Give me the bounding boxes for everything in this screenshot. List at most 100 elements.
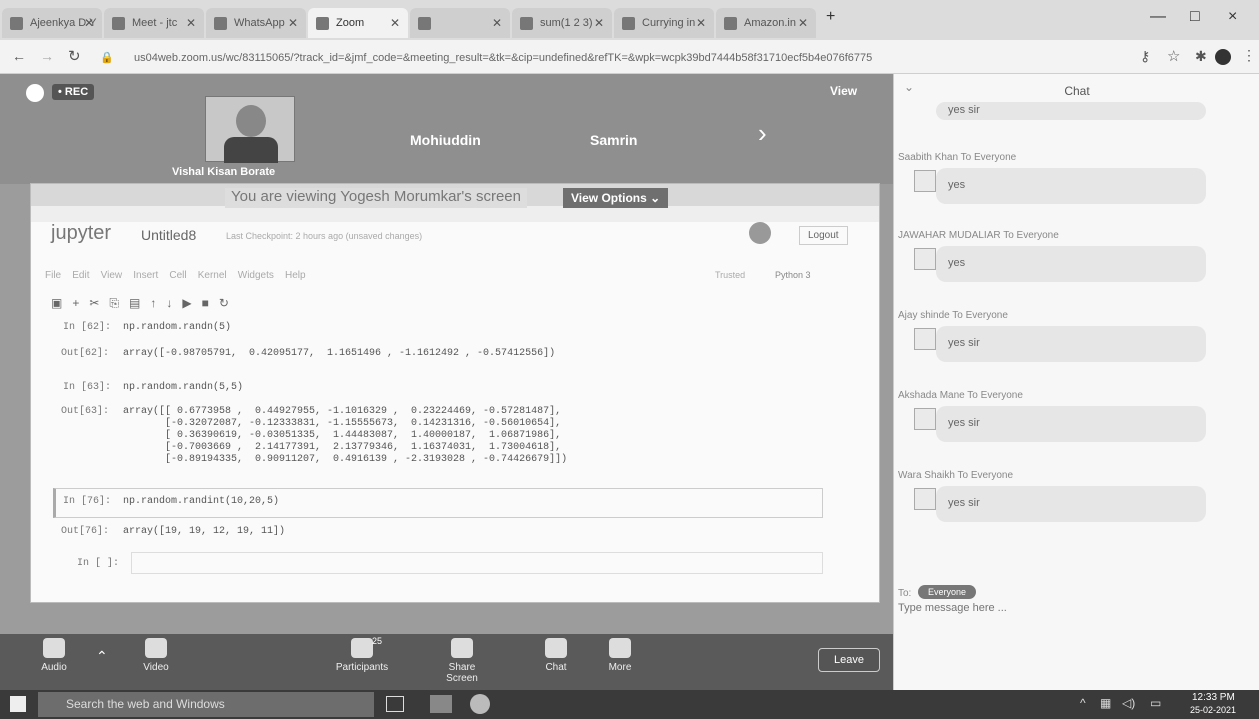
chat-sender: JAWAHAR MUDALIAR To Everyone [898,230,1059,241]
maximize-button[interactable]: □ [1190,8,1200,26]
chat-sender: Ajay shinde To Everyone [898,310,1008,321]
chat-bubble: yes sir [936,406,1206,442]
view-options-button[interactable]: View Options ⌄ [563,188,669,208]
menu-item[interactable]: Cell [169,270,186,281]
cell-code[interactable]: np.random.randint(10,20,5) [123,496,279,507]
move-up-icon[interactable]: ↑ [150,296,166,310]
save-icon[interactable]: ▣ [51,296,72,310]
view-button[interactable]: View [830,84,857,98]
move-down-icon[interactable]: ↓ [166,296,182,310]
close-tab-icon[interactable]: ✕ [492,16,502,30]
chat-button[interactable]: Chat [526,638,586,673]
cell-input-prompt: In [ ]: [77,558,120,569]
jupyter-menubar: File Edit View Insert Cell Kernel Widget… [45,270,605,281]
explorer-icon[interactable] [430,695,452,713]
leave-button[interactable]: Leave [818,648,880,672]
more-icon [609,638,631,658]
checkpoint-status: Last Checkpoint: 2 hours ago (unsaved ch… [226,231,423,241]
clock-time[interactable]: 12:33 PM [1192,692,1235,703]
restart-icon[interactable]: ↻ [219,296,239,310]
avatar [914,488,936,510]
chrome-icon[interactable] [470,694,490,714]
cell-output: array([19, 19, 12, 19, 11]) [123,526,286,537]
speaker-icon[interactable]: ◁) [1122,696,1135,710]
minimize-button[interactable]: — [1150,8,1166,26]
share-screen-button[interactable]: Share Screen [432,638,492,684]
clock-date[interactable]: 25-02-2021 [1190,705,1236,715]
menu-item[interactable]: Help [285,270,306,281]
extensions-icon[interactable]: ✱ [1195,48,1207,65]
menu-item[interactable]: Kernel [198,270,227,281]
notebook-toolbar: ▣+✂⎘▤↑↓▶■↻ [51,296,239,311]
new-tab-button[interactable]: + [826,8,835,26]
windows-start-icon[interactable] [10,696,26,712]
url-input[interactable]: us04web.zoom.us/wc/83115065/?track_id=&j… [118,47,1058,69]
run-icon[interactable]: ▶ [182,296,201,310]
browser-tab-active[interactable]: Zoom ✕ [308,8,408,38]
avatar [914,248,936,270]
cut-icon[interactable]: ✂ [89,296,109,310]
cell-output: array([[ 0.6773958 , 0.44927955, -1.1016… [123,406,568,465]
chat-icon [545,638,567,658]
participant-video [205,96,295,163]
browser-tab[interactable]: Meet - jtc ✕ [104,8,204,38]
menu-item[interactable]: Widgets [238,270,274,281]
menu-icon[interactable]: ⋮ [1242,47,1256,64]
window-close-button[interactable]: × [1228,8,1237,26]
browser-tab[interactable]: Amazon.in ✕ [716,8,816,38]
taskbar-search-input[interactable]: Search the web and Windows [38,692,374,717]
cell-code[interactable]: np.random.randn(5) [123,322,231,333]
cell-input-prompt: In [76]: [63,496,112,507]
copy-icon[interactable]: ⎘ [109,296,129,310]
chevron-up-icon[interactable]: ^ [1080,696,1086,710]
menu-item[interactable]: Edit [72,270,89,281]
viewing-banner: You are viewing Yogesh Morumkar's screen [225,188,527,208]
close-tab-icon[interactable]: ✕ [390,16,400,30]
cell-code[interactable]: np.random.randn(5,5) [123,382,243,393]
browser-tab[interactable]: Ajeenkya D Y ✕ [2,8,102,38]
browser-tab[interactable]: ✕ [410,8,510,38]
key-icon[interactable]: ⚷ [1140,48,1150,65]
favicon-icon [418,17,431,30]
notebook-title[interactable]: Untitled8 [141,227,196,243]
close-tab-icon[interactable]: ✕ [696,16,706,30]
close-tab-icon[interactable]: ✕ [84,16,94,30]
chat-recipient-select[interactable]: Everyone [918,585,977,599]
video-button[interactable]: Video [126,638,186,673]
close-tab-icon[interactable]: ✕ [594,16,604,30]
reload-icon[interactable]: ↻ [68,47,81,65]
paste-icon[interactable]: ▤ [129,296,150,310]
profile-avatar[interactable] [1215,49,1231,65]
close-tab-icon[interactable]: ✕ [288,16,298,30]
empty-code-cell[interactable] [131,552,823,574]
browser-tab[interactable]: Currying in ✕ [614,8,714,38]
camera-icon [145,638,167,658]
notification-icon[interactable]: ▭ [1150,696,1161,710]
add-cell-icon[interactable]: + [72,296,89,310]
next-page-icon[interactable]: › [758,118,767,149]
close-tab-icon[interactable]: ✕ [186,16,196,30]
star-icon[interactable]: ☆ [1167,47,1180,65]
chat-message-input[interactable] [898,602,1254,672]
participant-name: Vishal Kisan Borate [172,166,276,178]
browser-tab[interactable]: sum(1 2 3) ✕ [512,8,612,38]
shared-address-bar [31,206,879,222]
back-icon[interactable]: ← [12,48,26,64]
audio-button[interactable]: Audio [24,638,84,673]
favicon-icon [520,17,533,30]
menu-item[interactable]: Insert [133,270,158,281]
chevron-up-icon[interactable]: ⌃ [96,648,108,665]
participants-button[interactable]: Participants [332,638,392,673]
chat-bubble: yes [936,168,1206,204]
forward-icon[interactable]: → [40,48,54,64]
menu-item[interactable]: File [45,270,61,281]
network-icon[interactable]: ▦ [1100,696,1111,710]
close-tab-icon[interactable]: ✕ [798,16,808,30]
browser-tab[interactable]: WhatsApp ✕ [206,8,306,38]
cell-input-prompt: In [62]: [63,322,112,333]
stop-icon[interactable]: ■ [202,296,219,310]
more-button[interactable]: More [590,638,650,673]
menu-item[interactable]: View [101,270,123,281]
logout-button[interactable]: Logout [799,226,848,245]
task-view-icon[interactable] [386,696,404,712]
